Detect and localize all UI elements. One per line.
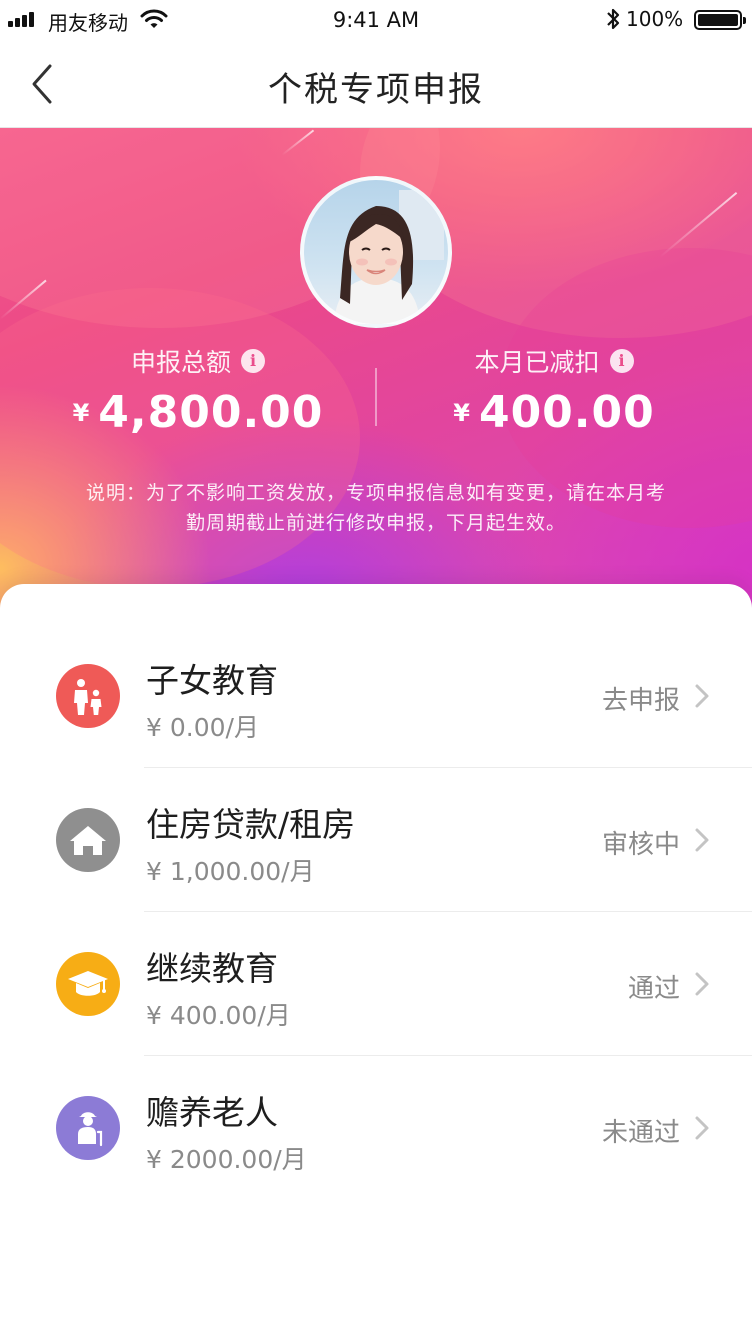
chevron-right-icon <box>695 1116 709 1140</box>
total-amount-label-row: 申报总额 i <box>131 343 265 379</box>
total-amount-label: 申报总额 <box>130 348 231 377</box>
list-item-children-education[interactable]: 子女教育 ¥ 0.00/月 去申报 <box>0 624 752 768</box>
item-title: 继续教育 <box>146 949 278 988</box>
info-icon[interactable]: i <box>241 349 265 373</box>
item-title: 赡养老人 <box>146 1093 278 1132</box>
page-title: 个税专项申报 <box>268 70 484 110</box>
total-amount-value: 4,800.00 <box>98 387 324 438</box>
item-status: 去申报 <box>601 686 680 716</box>
item-amount: ¥ 1,000.00/月 <box>146 857 315 886</box>
avatar-image <box>334 190 444 324</box>
deducted-amount-block: 本月已减扣 i ¥400.00 <box>376 343 752 438</box>
chevron-right-icon <box>695 684 709 708</box>
deducted-amount-value: 400.00 <box>478 387 655 438</box>
item-status: 未通过 <box>601 1118 680 1148</box>
deducted-amount-value-row: ¥400.00 <box>376 387 732 438</box>
summary-banner: 申报总额 i ¥4,800.00 本月已减扣 i ¥400.00 说明：为了不影… <box>0 128 752 608</box>
currency-symbol: ¥ <box>72 399 91 427</box>
status-bar: 用友移动 9:41 AM 100% <box>0 0 752 40</box>
item-status: 通过 <box>627 974 680 1004</box>
item-title: 住房贷款/租房 <box>146 805 356 844</box>
list-item-housing-loan[interactable]: 住房贷款/租房 ¥ 1,000.00/月 审核中 <box>0 768 752 912</box>
graduation-cap-icon <box>56 952 120 1016</box>
deduction-list: 子女教育 ¥ 0.00/月 去申报 住房贷款/租房 ¥ 1,000.00/月 审… <box>0 584 752 1334</box>
battery-percent: 100% <box>626 7 684 31</box>
total-amount-block: 申报总额 i ¥4,800.00 <box>0 343 376 438</box>
info-icon[interactable]: i <box>609 349 634 373</box>
deducted-amount-label: 本月已减扣 <box>474 348 600 377</box>
elder-icon <box>56 1096 120 1160</box>
total-amount-value-row: ¥4,800.00 <box>20 387 376 438</box>
item-amount: ¥ 0.00/月 <box>146 713 259 742</box>
item-title: 子女教育 <box>146 661 278 700</box>
nav-bar: 个税专项申报 <box>0 40 752 128</box>
battery-icon <box>694 10 746 30</box>
children-icon-bg <box>56 664 120 728</box>
chevron-right-icon <box>695 972 709 996</box>
item-amount: ¥ 2000.00/月 <box>146 1145 307 1174</box>
declaration-note: 说明：为了不影响工资发放，专项申报信息如有变更，请在本月考勤周期截止前进行修改申… <box>85 482 666 534</box>
item-amount: ¥ 400.00/月 <box>146 1001 291 1030</box>
chevron-right-icon <box>695 828 709 852</box>
house-icon <box>56 808 120 872</box>
list-item-elderly-support[interactable]: 赡养老人 ¥ 2000.00/月 未通过 <box>0 1056 752 1200</box>
bluetooth-icon <box>607 8 620 30</box>
list-item-continuing-education[interactable]: 继续教育 ¥ 400.00/月 通过 <box>0 912 752 1056</box>
user-avatar[interactable] <box>300 176 452 328</box>
currency-symbol: ¥ <box>453 399 471 427</box>
deducted-amount-label-row: 本月已减扣 i <box>474 343 634 379</box>
item-status: 审核中 <box>601 830 680 860</box>
children-icon <box>56 664 120 728</box>
